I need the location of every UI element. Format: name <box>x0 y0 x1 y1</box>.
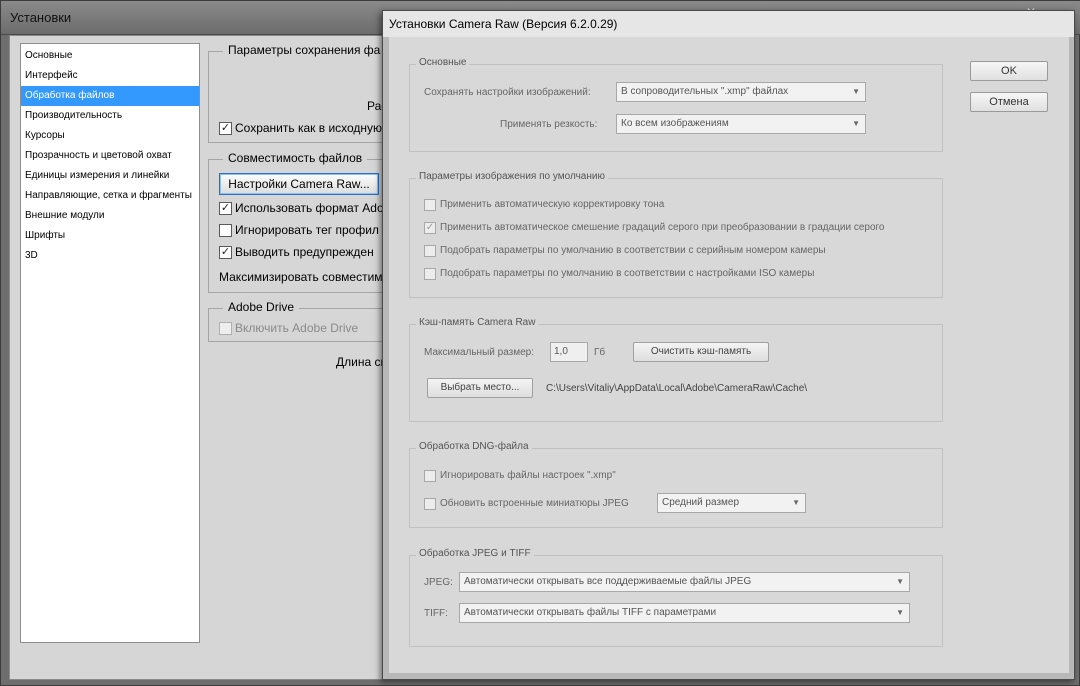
jpeg-tiff-group: Обработка JPEG и TIFF JPEG: Автоматическ… <box>409 548 943 647</box>
cache-group-label: Кэш-память Camera Raw <box>416 317 539 328</box>
auto-tone-label: Применить автоматическую корректировку т… <box>440 199 665 210</box>
jpeg-handling-value: Автоматически открывать все поддерживаем… <box>464 576 752 587</box>
preview-size-value: Средний размер <box>662 497 740 508</box>
save-settings-label: Сохранять настройки изображений: <box>424 87 591 98</box>
ok-button[interactable]: OK <box>970 61 1048 81</box>
purge-cache-button[interactable]: Очистить кэш-память <box>633 342 769 362</box>
tiff-label: TIFF: <box>424 608 448 619</box>
ignore-tag-checkbox[interactable] <box>219 224 232 237</box>
chevron-down-icon: ▼ <box>852 119 860 128</box>
camera-serial-checkbox[interactable] <box>424 245 436 257</box>
update-previews-checkbox[interactable] <box>424 498 436 510</box>
preferences-title: Установки <box>10 10 72 25</box>
save-settings-value: В сопроводительных ".xmp" файлах <box>621 86 789 97</box>
sidebar-item[interactable]: Курсоры <box>21 126 199 146</box>
sidebar-item[interactable]: Внешние модули <box>21 206 199 226</box>
sharpen-select[interactable]: Ко всем изображениям ▼ <box>616 114 866 134</box>
update-previews-label: Обновить встроенные миниатюры JPEG <box>440 498 629 509</box>
sidebar-item[interactable]: 3D <box>21 246 199 266</box>
select-location-button[interactable]: Выбрать место... <box>427 378 533 398</box>
image-defaults-label: Параметры изображения по умолчанию <box>416 171 608 182</box>
cancel-button[interactable]: Отмена <box>970 92 1048 112</box>
chevron-down-icon: ▼ <box>896 608 904 617</box>
sidebar-item[interactable]: Направляющие, сетка и фрагменты <box>21 186 199 206</box>
preview-size-select[interactable]: Средний размер ▼ <box>657 493 806 513</box>
sidebar-item[interactable]: Обработка файлов <box>21 86 199 106</box>
warn-checkbox[interactable]: ✓ <box>219 246 232 259</box>
camera-raw-title: Установки Camera Raw (Версия 6.2.0.29) <box>389 17 618 31</box>
maximize-compat-label: Максимизировать совместим <box>219 270 383 284</box>
dng-group-label: Обработка DNG-файла <box>416 441 532 452</box>
save-options-group: Параметры сохранения фа Рас ✓ Сохранить … <box>208 43 398 143</box>
length-partial-text: Длина сп <box>336 355 387 369</box>
basic-group-label: Основные <box>416 57 470 68</box>
sharpen-label: Применять резкость: <box>500 119 598 130</box>
camera-iso-label: Подобрать параметры по умолчанию в соотв… <box>440 268 815 279</box>
sidebar-item[interactable]: Производительность <box>21 106 199 126</box>
sidebar-item[interactable]: Интерфейс <box>21 66 199 86</box>
jpeg-tiff-group-label: Обработка JPEG и TIFF <box>416 548 534 559</box>
ignore-tag-label: Игнорировать тег профил <box>235 223 379 237</box>
sharpen-value: Ко всем изображениям <box>621 118 729 129</box>
max-size-label: Максимальный размер: <box>424 347 535 358</box>
tiff-handling-value: Автоматически открывать файлы TIFF с пар… <box>464 607 717 618</box>
camera-raw-titlebar[interactable]: Установки Camera Raw (Версия 6.2.0.29) <box>383 11 1074 37</box>
use-format-checkbox[interactable]: ✓ <box>219 202 232 215</box>
dng-group: Обработка DNG-файла Игнорировать файлы н… <box>409 441 943 528</box>
cache-group: Кэш-память Camera Raw Максимальный разме… <box>409 317 943 422</box>
compatibility-group: Совместимость файлов Настройки Camera Ra… <box>208 151 398 293</box>
jpeg-handling-select[interactable]: Автоматически открывать все поддерживаем… <box>459 572 910 592</box>
chevron-down-icon: ▼ <box>792 498 800 507</box>
sidebar-item[interactable]: Прозрачность и цветовой охват <box>21 146 199 166</box>
auto-grayscale-checkbox[interactable]: ✓ <box>424 222 436 234</box>
save-original-label: Сохранить как в исходную <box>235 121 383 135</box>
camera-raw-client: OK Отмена Основные Сохранять настройки и… <box>389 37 1069 673</box>
save-settings-select[interactable]: В сопроводительных ".xmp" файлах ▼ <box>616 82 866 102</box>
compatibility-label: Совместимость файлов <box>223 151 368 165</box>
use-format-label: Использовать формат Adob <box>235 201 391 215</box>
chevron-down-icon: ▼ <box>896 577 904 586</box>
sidebar-item[interactable]: Единицы измерения и линейки <box>21 166 199 186</box>
adobe-drive-check-label: Включить Adobe Drive <box>235 321 359 335</box>
save-options-label: Параметры сохранения фа <box>223 43 386 57</box>
chevron-down-icon: ▼ <box>852 87 860 96</box>
auto-grayscale-label: Применить автоматическое смешение градац… <box>440 222 885 233</box>
save-original-checkbox[interactable]: ✓ <box>219 122 232 135</box>
camera-raw-settings-button[interactable]: Настройки Camera Raw... <box>219 173 379 195</box>
jpeg-label: JPEG: <box>424 577 453 588</box>
ignore-xmp-checkbox[interactable] <box>424 470 436 482</box>
camera-serial-label: Подобрать параметры по умолчанию в соотв… <box>440 245 826 256</box>
max-size-unit: Гб <box>594 347 606 358</box>
image-defaults-group: Параметры изображения по умолчанию Приме… <box>409 171 943 298</box>
camera-iso-checkbox[interactable] <box>424 268 436 280</box>
tiff-handling-select[interactable]: Автоматически открывать файлы TIFF с пар… <box>459 603 910 623</box>
adobe-drive-label: Adobe Drive <box>223 300 300 314</box>
sidebar-item[interactable]: Основные <box>21 46 199 66</box>
camera-raw-preferences-dialog: Установки Camera Raw (Версия 6.2.0.29) O… <box>382 10 1075 680</box>
warn-label: Выводить предупрежден <box>235 245 374 259</box>
max-size-input[interactable]: 1,0 <box>550 342 588 362</box>
preferences-sidebar: Основные Интерфейс Обработка файлов Произво… <box>20 43 200 643</box>
basic-group: Основные Сохранять настройки изображений… <box>409 57 943 152</box>
adobe-drive-checkbox[interactable] <box>219 322 232 335</box>
ignore-xmp-label: Игнорировать файлы настроек ".xmp" <box>440 470 616 481</box>
auto-tone-checkbox[interactable] <box>424 199 436 211</box>
sidebar-item[interactable]: Шрифты <box>21 226 199 246</box>
adobe-drive-group: Adobe Drive Включить Adobe Drive <box>208 300 398 342</box>
cache-path: C:\Users\Vitaliy\AppData\Local\Adobe\Cam… <box>546 383 808 394</box>
